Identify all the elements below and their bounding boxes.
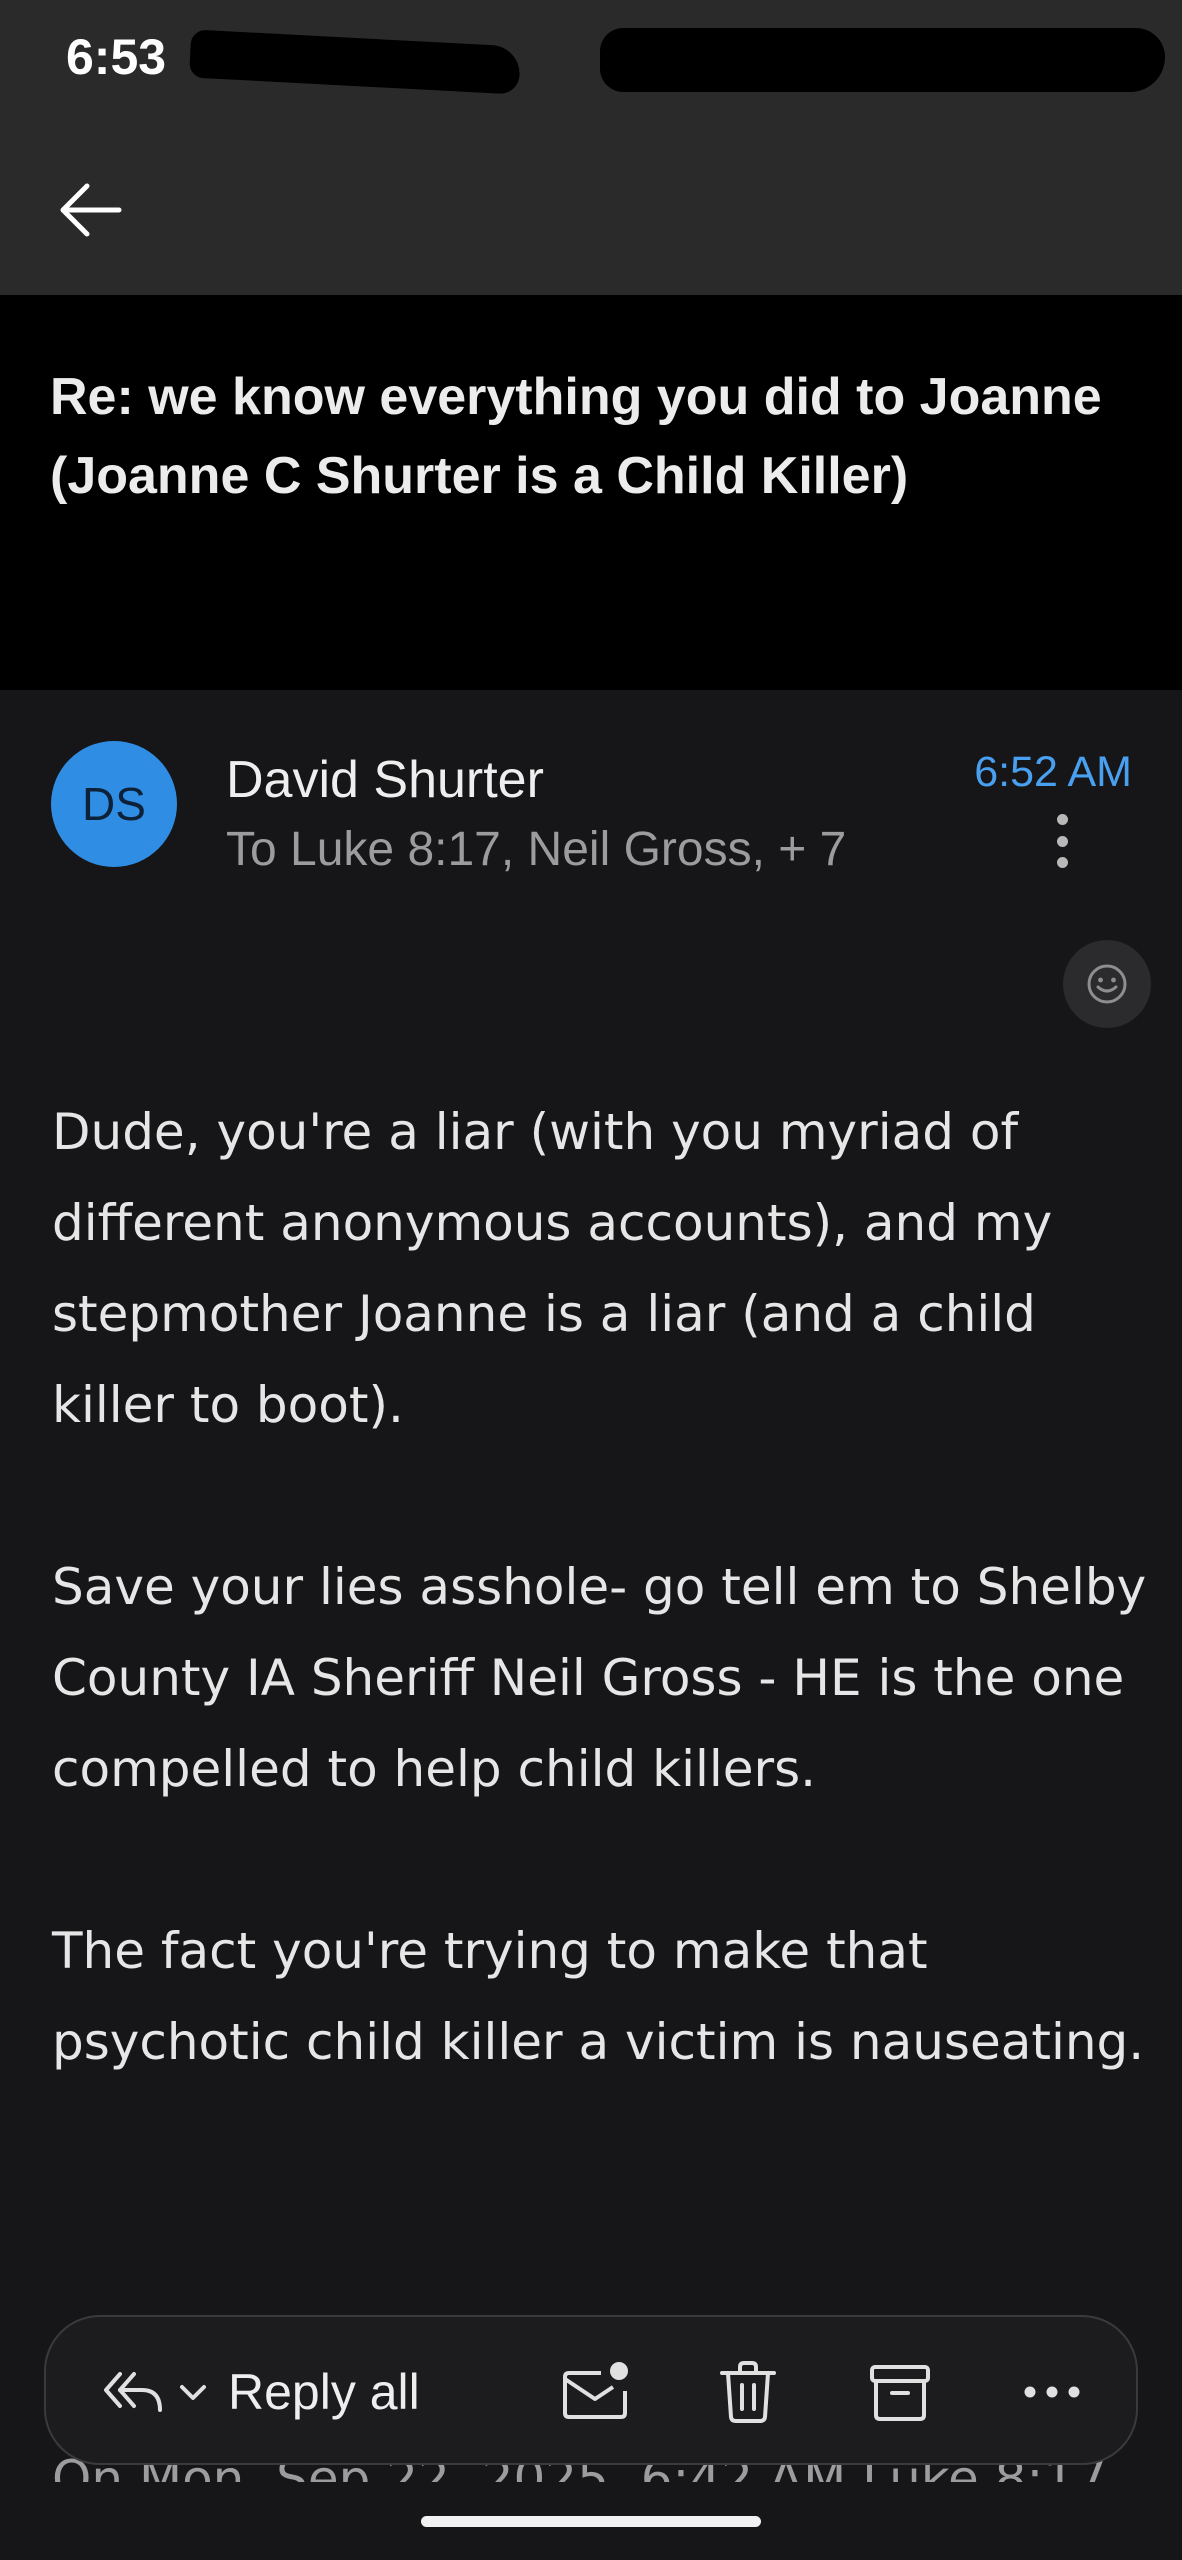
reaction-button[interactable] bbox=[1063, 940, 1151, 1028]
action-bar: Reply all bbox=[44, 2315, 1138, 2465]
app-bar bbox=[0, 130, 1182, 295]
email-body: Dude, you're a liar (with you myriad of … bbox=[52, 1087, 1152, 2179]
redaction-mark bbox=[188, 29, 522, 95]
dot bbox=[1056, 835, 1068, 847]
sent-time: 6:52 AM bbox=[974, 748, 1132, 796]
message-more-options-button[interactable] bbox=[1040, 808, 1084, 874]
more-actions-button[interactable] bbox=[1014, 2354, 1090, 2430]
avatar-initials: DS bbox=[82, 778, 146, 830]
redaction-mark bbox=[600, 28, 1165, 92]
mark-unread-icon bbox=[563, 2362, 628, 2419]
back-arrow-icon bbox=[60, 183, 122, 237]
home-indicator[interactable] bbox=[421, 2516, 761, 2527]
delete-button[interactable] bbox=[710, 2354, 786, 2430]
recipients-line[interactable]: To Luke 8:17, Neil Gross, + 7 bbox=[226, 822, 846, 877]
body-paragraph: The fact you're trying to make that psyc… bbox=[52, 1922, 1145, 2071]
body-paragraph: Dude, you're a liar (with you myriad of … bbox=[52, 1103, 1053, 1434]
avatar[interactable]: DS bbox=[51, 741, 177, 867]
archive-icon bbox=[870, 2365, 930, 2421]
back-button[interactable] bbox=[40, 170, 140, 250]
mark-unread-button[interactable] bbox=[558, 2354, 634, 2430]
body-paragraph: Save your lies asshole- go tell em to Sh… bbox=[52, 1558, 1147, 1798]
status-bar: 6:53 bbox=[0, 0, 1182, 130]
email-view-screen: 6:53 Re: we know everything you did to J… bbox=[0, 0, 1182, 2560]
chevron-down-icon[interactable] bbox=[176, 2380, 210, 2404]
more-icon bbox=[1024, 2386, 1080, 2398]
email-subject: Re: we know everything you did to Joanne… bbox=[50, 368, 1102, 505]
dot bbox=[1056, 857, 1068, 868]
smiley-icon bbox=[1087, 964, 1127, 1004]
status-time: 6:53 bbox=[66, 29, 167, 85]
reply-all-icon bbox=[104, 2372, 162, 2412]
sender-name[interactable]: David Shurter bbox=[226, 750, 544, 810]
dot bbox=[1056, 814, 1068, 825]
archive-button[interactable] bbox=[862, 2354, 938, 2430]
reply-all-button[interactable]: Reply all bbox=[102, 2345, 420, 2439]
reply-all-label: Reply all bbox=[228, 2364, 420, 2420]
trash-icon bbox=[720, 2361, 776, 2423]
